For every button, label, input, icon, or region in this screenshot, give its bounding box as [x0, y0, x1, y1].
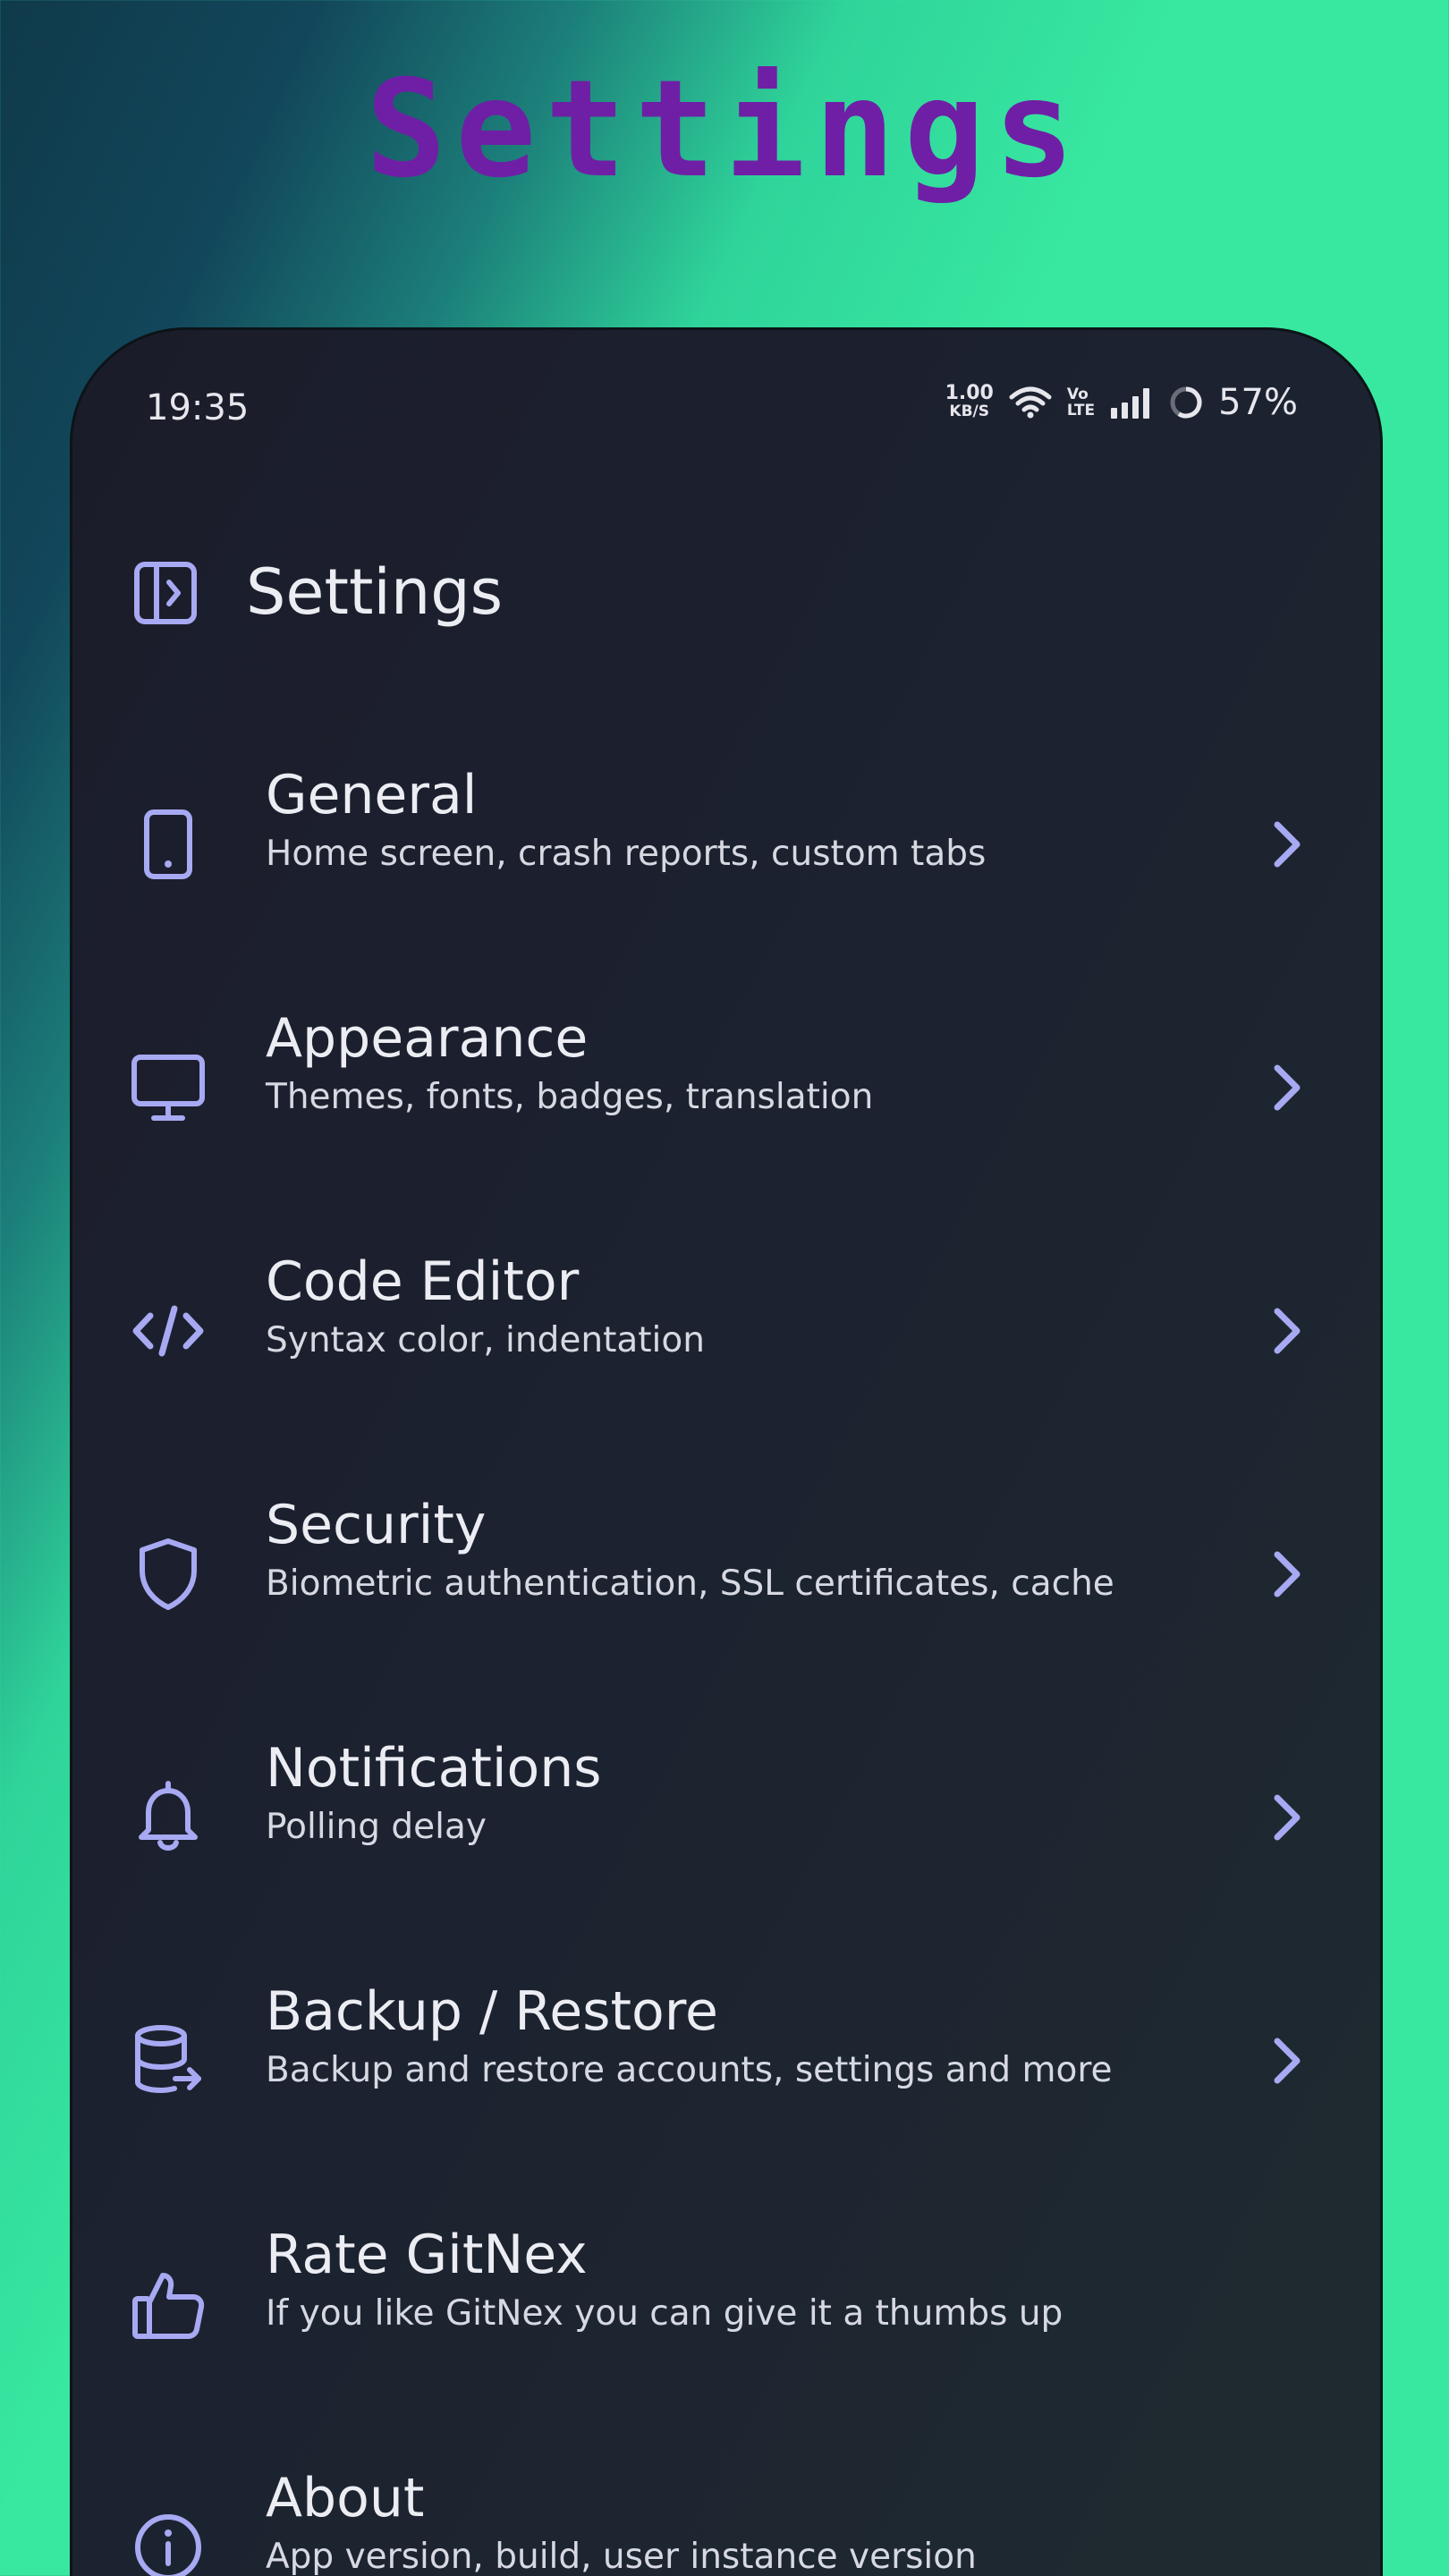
- volte-top: Vo: [1066, 386, 1089, 403]
- battery-icon: [1168, 385, 1204, 420]
- info-icon: [119, 2498, 217, 2576]
- status-indicators: 1.00 KB/S Vo LTE 57%: [945, 382, 1298, 423]
- status-time: 19:35: [146, 387, 250, 428]
- promo-title: Settings: [365, 52, 1084, 208]
- settings-item-general[interactable]: General Home screen, crash reports, cust…: [72, 724, 1380, 967]
- settings-item-backup-restore[interactable]: Backup / Restore Backup and restore acco…: [72, 1940, 1380, 2183]
- settings-item-notifications[interactable]: Notifications Polling delay: [72, 1697, 1380, 1940]
- chevron-right-icon: [1255, 1300, 1318, 1362]
- app-bar: Settings: [72, 509, 1380, 679]
- chevron-right-icon: [1255, 1786, 1318, 1849]
- volte-bottom: LTE: [1066, 402, 1096, 419]
- shield-icon: [119, 1525, 217, 1623]
- status-bar: 19:35 1.00 KB/S Vo LTE 57%: [72, 330, 1380, 491]
- settings-item-title: Code Editor: [266, 1250, 580, 1313]
- settings-item-subtitle: Themes, fonts, badges, translation: [266, 1077, 874, 1117]
- settings-item-subtitle: Home screen, crash reports, custom tabs: [266, 834, 987, 874]
- thumbs-up-icon: [119, 2255, 217, 2353]
- sidebar-expand-icon[interactable]: [123, 550, 208, 636]
- settings-item-title: Notifications: [266, 1737, 602, 1800]
- settings-item-subtitle: Polling delay: [266, 1807, 487, 1847]
- signal-icon: [1109, 385, 1154, 420]
- app-bar-title: Settings: [246, 555, 504, 629]
- settings-item-subtitle: Syntax color, indentation: [266, 1320, 705, 1360]
- bell-icon: [119, 1768, 217, 1867]
- chevron-right-icon: [1255, 813, 1318, 876]
- settings-item-title: General: [266, 764, 478, 826]
- settings-item-title: Backup / Restore: [266, 1980, 718, 2043]
- settings-item-security[interactable]: Security Biometric authentication, SSL c…: [72, 1453, 1380, 1697]
- monitor-icon: [119, 1038, 217, 1137]
- settings-item-subtitle: If you like GitNex you can give it a thu…: [266, 2293, 1063, 2334]
- settings-item-rate-gitnex[interactable]: Rate GitNex If you like GitNex you can g…: [72, 2183, 1380, 2427]
- smartphone-icon: [119, 795, 217, 894]
- settings-item-subtitle: Backup and restore accounts, settings an…: [266, 2050, 1113, 2090]
- settings-item-subtitle: App version, build, user instance versio…: [266, 2537, 977, 2576]
- network-speed: 1.00 KB/S: [945, 382, 994, 421]
- wifi-icon: [1008, 385, 1053, 420]
- settings-item-title: Security: [266, 1494, 487, 1556]
- code-icon: [119, 1282, 217, 1380]
- network-speed-value: 1.00: [945, 382, 994, 404]
- chevron-right-icon: [1255, 1543, 1318, 1606]
- settings-item-code-editor[interactable]: Code Editor Syntax color, indentation: [72, 1210, 1380, 1453]
- settings-item-title: About: [266, 2467, 425, 2529]
- network-speed-unit: KB/S: [949, 402, 990, 420]
- phone-frame: 19:35 1.00 KB/S Vo LTE 57% Settings Gene…: [70, 327, 1383, 2576]
- settings-item-appearance[interactable]: Appearance Themes, fonts, badges, transl…: [72, 967, 1380, 1210]
- chevron-right-icon: [1255, 1056, 1318, 1119]
- settings-item-title: Appearance: [266, 1007, 589, 1070]
- database-export-icon: [119, 2012, 217, 2110]
- chevron-right-icon: [1255, 2029, 1318, 2092]
- settings-list: General Home screen, crash reports, cust…: [72, 724, 1380, 2576]
- settings-item-about[interactable]: About App version, build, user instance …: [72, 2427, 1380, 2576]
- settings-item-title: Rate GitNex: [266, 2224, 588, 2286]
- settings-item-subtitle: Biometric authentication, SSL certificat…: [266, 1563, 1114, 1604]
- battery-percentage: 57%: [1218, 382, 1298, 423]
- volte-indicator: Vo LTE: [1067, 386, 1095, 419]
